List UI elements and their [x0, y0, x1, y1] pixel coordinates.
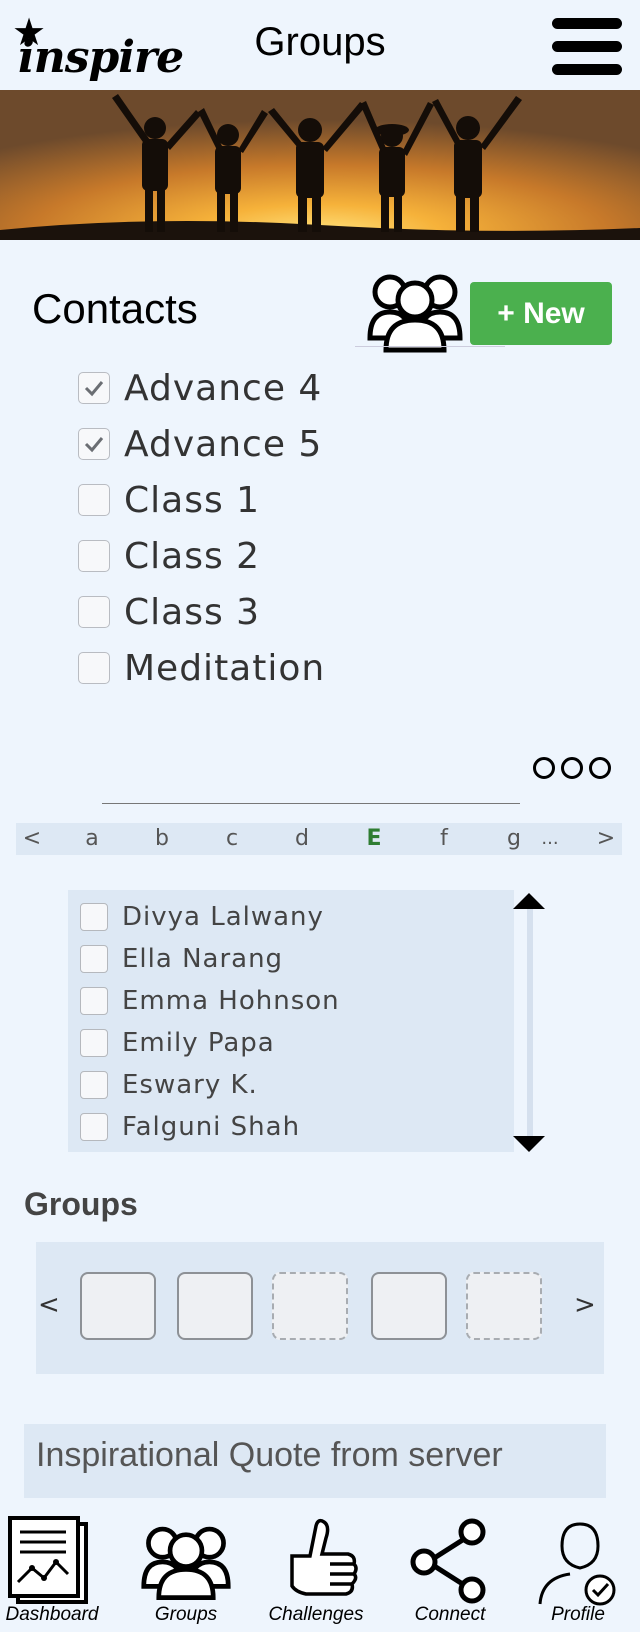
- contact-list-item[interactable]: Emily Papa: [80, 1024, 275, 1062]
- alphabet-letter-b[interactable]: b: [150, 823, 174, 855]
- group-slot[interactable]: [80, 1272, 156, 1340]
- checkbox[interactable]: [78, 596, 110, 628]
- group-checkbox-item[interactable]: Class 1: [78, 474, 260, 526]
- group-checkbox-item[interactable]: Class 3: [78, 586, 260, 638]
- alphabet-filter-bar: < a b c d E f g ... >: [16, 823, 622, 855]
- page-title: Groups: [254, 20, 386, 64]
- alphabet-ellipsis: ...: [541, 828, 559, 849]
- inspirational-quote: Inspirational Quote from server: [36, 1436, 503, 1474]
- group-checkbox-item[interactable]: Advance 4: [78, 362, 322, 414]
- group-label: Class 1: [124, 479, 261, 521]
- group-label: Meditation: [124, 647, 326, 689]
- contact-name: Falguni Shah: [122, 1112, 301, 1142]
- banner-image: [0, 90, 640, 240]
- checkbox[interactable]: [80, 1071, 108, 1099]
- contacts-title: Contacts: [32, 285, 198, 332]
- checkbox[interactable]: [78, 484, 110, 516]
- contact-name: Ella Narang: [122, 944, 284, 974]
- contact-list-item[interactable]: Eswary K.: [80, 1066, 258, 1104]
- checkbox[interactable]: [80, 1029, 108, 1057]
- contact-list-item[interactable]: Divya Lalwany: [80, 898, 324, 936]
- new-group-button[interactable]: + New: [470, 282, 612, 345]
- divider: [355, 346, 505, 347]
- contact-list-item[interactable]: Emma Hohnson: [80, 982, 340, 1020]
- checkbox[interactable]: [78, 652, 110, 684]
- checkmark-icon: [84, 381, 104, 397]
- checkbox[interactable]: [80, 945, 108, 973]
- group-checkbox-item[interactable]: Class 2: [78, 530, 260, 582]
- group-slot[interactable]: [371, 1272, 447, 1340]
- alphabet-letter-a[interactable]: a: [80, 823, 104, 855]
- checkbox-checked[interactable]: [78, 372, 110, 404]
- alphabet-letter-d[interactable]: d: [290, 823, 314, 855]
- nav-profile[interactable]: Profile: [514, 1512, 640, 1632]
- hamburger-menu-icon[interactable]: [552, 18, 622, 76]
- nav-connect[interactable]: Connect: [386, 1512, 514, 1632]
- scrollbar-track[interactable]: [527, 902, 533, 1142]
- group-label: Class 3: [124, 591, 261, 633]
- groups-icon: [141, 1526, 231, 1600]
- checkbox[interactable]: [80, 1113, 108, 1141]
- profile-check-icon: [538, 1522, 616, 1606]
- group-checkbox-item[interactable]: Meditation: [78, 642, 325, 694]
- alphabet-letter-e-active[interactable]: E: [362, 823, 386, 855]
- groups-section-title: Groups: [24, 1186, 138, 1222]
- nav-dashboard[interactable]: Dashboard: [0, 1512, 116, 1632]
- contact-name: Emma Hohnson: [122, 986, 340, 1016]
- contact-name: Emily Papa: [122, 1028, 275, 1058]
- group-label: Class 2: [124, 535, 261, 577]
- nav-groups[interactable]: Groups: [122, 1512, 250, 1632]
- scroll-down-arrow-icon[interactable]: [513, 1136, 545, 1152]
- group-label: Advance 4: [124, 367, 323, 409]
- contact-name: Divya Lalwany: [122, 902, 324, 932]
- alphabet-prev-button[interactable]: <: [20, 823, 44, 855]
- alphabet-letter-c[interactable]: c: [220, 823, 244, 855]
- divider: [102, 803, 520, 804]
- contact-list-item[interactable]: Falguni Shah: [80, 1108, 300, 1146]
- share-icon: [410, 1518, 486, 1604]
- checkbox[interactable]: [80, 987, 108, 1015]
- alphabet-next-button[interactable]: >: [594, 823, 618, 855]
- group-slot[interactable]: [177, 1272, 253, 1340]
- contact-list-item[interactable]: Ella Narang: [80, 940, 283, 978]
- alphabet-letter-g[interactable]: g: [502, 823, 526, 855]
- group-label: Advance 5: [124, 423, 323, 465]
- checkmark-icon: [84, 437, 104, 453]
- app-logo: ★ inspire: [12, 10, 184, 83]
- checkbox[interactable]: [78, 540, 110, 572]
- group-slot-empty[interactable]: [272, 1272, 348, 1340]
- checkbox-checked[interactable]: [78, 428, 110, 460]
- checkbox[interactable]: [80, 903, 108, 931]
- carousel-prev-button[interactable]: <: [38, 1290, 60, 1320]
- people-group-icon[interactable]: [366, 268, 464, 354]
- scroll-up-arrow-icon[interactable]: [513, 893, 545, 909]
- thumbs-up-icon: [290, 1518, 358, 1596]
- nav-challenges[interactable]: Challenges: [252, 1512, 380, 1632]
- dashboard-icon: [8, 1516, 88, 1604]
- more-options-icon[interactable]: [533, 757, 611, 781]
- group-slot-empty[interactable]: [466, 1272, 542, 1340]
- group-checkbox-item[interactable]: Advance 5: [78, 418, 322, 470]
- carousel-next-button[interactable]: >: [574, 1290, 596, 1320]
- contact-name: Eswary K.: [122, 1070, 258, 1100]
- alphabet-letter-f[interactable]: f: [432, 823, 456, 855]
